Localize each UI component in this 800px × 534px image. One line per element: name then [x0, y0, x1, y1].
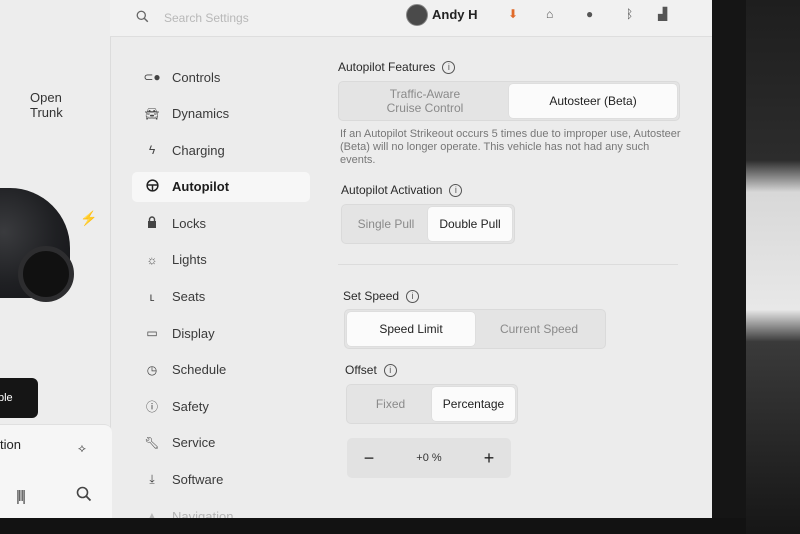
speed-limit-option[interactable]: Speed Limit [347, 312, 475, 346]
homelink-icon[interactable]: ⌂ [546, 7, 553, 21]
nav-item-label: Service [172, 435, 216, 451]
notification-bell-icon[interactable]: ● [586, 7, 593, 21]
display-icon: ▭ [146, 326, 158, 341]
unlock-button[interactable]: ble [0, 378, 38, 418]
quick-controls-card: tion ⟡ |‖| [0, 424, 112, 521]
nav-item-label: Charging [172, 142, 225, 158]
fan-icon[interactable]: ⟡ [78, 441, 86, 456]
section-label: Autopilot Activation [341, 183, 443, 197]
wrench-icon: 🔧︎ [144, 435, 160, 450]
nav-item-label: Safety [172, 398, 209, 414]
steering-wheel-icon [142, 179, 162, 195]
sliders-icon[interactable]: |‖| [16, 488, 26, 505]
nav-item-charging[interactable]: ϟ Charging [132, 135, 310, 165]
set-speed-heading: Set Speed i [343, 289, 688, 303]
download-icon[interactable]: ⬇ [508, 7, 518, 21]
car-icon: 🚘︎ [144, 106, 160, 121]
info-icon[interactable]: i [449, 183, 463, 197]
sun-icon: ☼ [146, 252, 158, 267]
nav-item-seats[interactable]: ʟ Seats [132, 282, 310, 312]
nav-item-label: Locks [172, 215, 206, 231]
strikeout-warning: If an Autopilot Strikeout occurs 5 times… [340, 128, 681, 166]
nav-item-label: Controls [172, 69, 221, 85]
autopilot-settings: Autopilot Features i Traffic-Aware Cruis… [338, 60, 688, 478]
user-name[interactable]: Andy H [432, 7, 478, 22]
search-settings-input[interactable] [162, 6, 386, 30]
nav-item-schedule[interactable]: ◷ Schedule [132, 355, 310, 385]
section-label: Set Speed [343, 289, 400, 303]
settings-nav: ⊂● Controls 🚘︎ Dynamics ϟ Charging Autop… [132, 62, 310, 528]
section-label: Offset [345, 363, 377, 377]
nav-item-display[interactable]: ▭ Display [132, 318, 310, 348]
open-trunk-button[interactable]: Open Trunk [30, 90, 90, 120]
single-pull-option[interactable]: Single Pull [344, 207, 428, 241]
info-icon[interactable]: i [406, 289, 420, 303]
current-speed-option[interactable]: Current Speed [475, 312, 603, 346]
nav-item-safety[interactable]: ⓘ Safety [132, 391, 310, 421]
car-wheel-image [18, 246, 74, 302]
safety-icon: ⓘ [145, 399, 158, 414]
screen-bezel-bottom [0, 518, 746, 534]
bluetooth-icon[interactable]: ᛒ [626, 7, 633, 21]
screen-bezel [712, 0, 746, 534]
fixed-option[interactable]: Fixed [349, 387, 432, 421]
set-speed-selector: Speed Limit Current Speed [344, 309, 606, 349]
info-icon[interactable]: i [442, 60, 456, 74]
autopilot-features-selector: Traffic-Aware Cruise Control Autosteer (… [338, 81, 680, 121]
lock-icon [142, 216, 162, 231]
percentage-option[interactable]: Percentage [432, 387, 515, 421]
section-divider [338, 264, 678, 265]
bolt-icon: ϟ [148, 143, 156, 158]
offset-heading: Offset i [345, 363, 688, 377]
search-icon[interactable] [76, 486, 92, 507]
signal-icon: ▟ [658, 7, 668, 21]
nav-item-label: Autopilot [172, 179, 230, 195]
nav-item-service[interactable]: 🔧︎ Service [132, 428, 310, 458]
increase-offset-button[interactable]: + [479, 448, 499, 469]
nav-item-controls[interactable]: ⊂● Controls [132, 62, 310, 92]
touchscreen: Open Trunk ⚡ ble tion ⟡ |‖| Andy H ⬇ ⌂ ●… [0, 0, 712, 528]
section-label: Autopilot Features [338, 60, 436, 74]
traffic-aware-cruise-control-option[interactable]: Traffic-Aware Cruise Control [341, 84, 509, 118]
seat-icon: ʟ [149, 289, 155, 304]
nav-item-dynamics[interactable]: 🚘︎ Dynamics [132, 99, 310, 129]
nav-item-label: Software [172, 472, 224, 488]
autosteer-beta-option[interactable]: Autosteer (Beta) [509, 84, 677, 118]
nav-item-label: Dynamics [172, 106, 230, 122]
autopilot-features-heading: Autopilot Features i [338, 60, 688, 74]
autopilot-activation-heading: Autopilot Activation i [341, 183, 688, 197]
nav-item-label: Schedule [172, 362, 227, 378]
toggle-icon: ⊂● [143, 70, 161, 84]
double-pull-option[interactable]: Double Pull [428, 207, 512, 241]
nav-item-label: Lights [172, 252, 207, 268]
background-scene [746, 0, 800, 534]
autopilot-activation-selector: Single Pull Double Pull [341, 204, 515, 244]
nav-item-locks[interactable]: Locks [132, 208, 310, 238]
offset-value: +0 % [416, 452, 442, 464]
nav-item-label: Display [172, 325, 215, 341]
nav-item-autopilot[interactable]: Autopilot [132, 171, 310, 202]
quick-controls-label: tion [0, 437, 21, 452]
nav-item-software[interactable]: ⤓ Software [132, 465, 310, 495]
top-bar: Andy H ⬇ ⌂ ● ᛒ ▟ [110, 0, 712, 37]
download-icon: ⤓ [149, 472, 155, 487]
avatar[interactable] [406, 4, 428, 26]
clock-icon: ◷ [146, 362, 158, 377]
car-panel: Open Trunk ⚡ ble tion ⟡ |‖| [0, 0, 112, 528]
charge-port-bolt-icon[interactable]: ⚡ [80, 210, 97, 227]
decrease-offset-button[interactable]: − [359, 448, 379, 469]
info-icon[interactable]: i [383, 363, 397, 377]
nav-item-label: Seats [172, 289, 206, 305]
nav-item-lights[interactable]: ☼ Lights [132, 245, 310, 275]
search-icon[interactable] [136, 10, 149, 28]
offset-stepper: − +0 % + [347, 438, 511, 478]
offset-selector: Fixed Percentage [346, 384, 518, 424]
